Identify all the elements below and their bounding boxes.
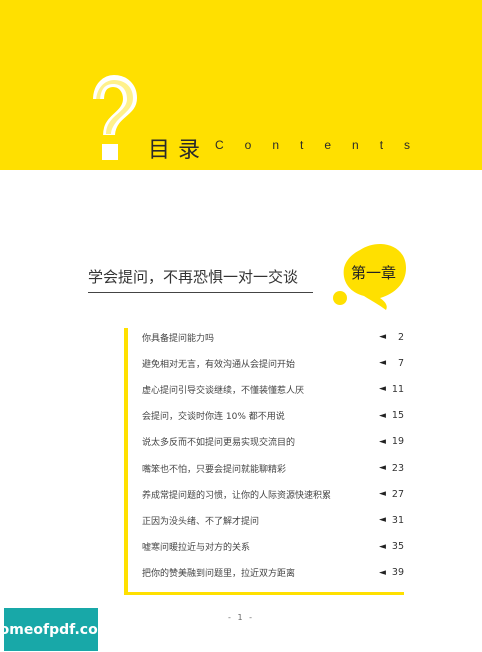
toc-page-number: 2 [397, 331, 404, 343]
toc-page-number: 27 [391, 488, 404, 500]
toc-page-number: 23 [391, 462, 404, 474]
left-arrow-icon: ◄ [378, 515, 386, 526]
toc-item-title: 你具备提问能力吗 [142, 333, 215, 344]
toc-item-title: 说太多反而不如提问更易实现交流目的 [142, 438, 296, 449]
toc-page-number: 19 [391, 436, 404, 448]
toc-page-number: 15 [391, 410, 404, 422]
left-arrow-icon: ◄ [379, 332, 386, 343]
toc-item[interactable]: 嘴笨也不怕，只要会提问就能聊精彩 ◄ 23 [142, 455, 404, 481]
toc-item[interactable]: 虚心提问引导交谈继续，不懂装懂惹人厌 ◄ 11 [142, 376, 404, 402]
toc-page-number: 7 [397, 357, 404, 369]
left-arrow-icon: ◄ [379, 358, 386, 369]
toc-item[interactable]: 养成常提问题的习惯，让你的人际资源快速积累 ◄ 27 [142, 481, 404, 507]
toc-item[interactable]: 你具备提问能力吗 ◄ 2 [142, 324, 404, 350]
toc-item-title: 会提问，交谈时你连 10% 都不用说 [142, 412, 285, 423]
toc-item-title: 嘴笨也不怕，只要会提问就能聊精彩 [142, 464, 287, 475]
toc-item[interactable]: 会提问，交谈时你连 10% 都不用说 ◄ 15 [142, 403, 404, 429]
toc-item-title: 正因为没头绪、不了解才提问 [142, 516, 260, 527]
chapter-underline [88, 292, 313, 293]
toc-item[interactable]: 说太多反而不如提问更易实现交流目的 ◄ 19 [142, 429, 404, 455]
toc-bottom-line [124, 592, 404, 595]
toc-page-number: 31 [391, 514, 404, 526]
page-title-english: Contents [215, 138, 432, 152]
left-arrow-icon: ◄ [378, 567, 386, 578]
page-title: 目录 [148, 138, 209, 163]
left-arrow-icon: ◄ [378, 436, 386, 447]
left-arrow-icon: ◄ [378, 384, 386, 395]
table-of-contents: 你具备提问能力吗 ◄ 2 避免相对无言，有效沟通从会提问开始 ◄ 7 虚心提问引导交… [142, 324, 404, 586]
toc-item-title: 养成常提问题的习惯，让你的人际资源快速积累 [142, 490, 332, 501]
left-arrow-icon: ◄ [378, 410, 386, 421]
watermark-logo[interactable]: homeofpdf.com [0, 608, 112, 651]
chapter-badge: 第一章 [351, 264, 397, 282]
toc-page-number: 11 [391, 383, 404, 395]
question-mark-icon [90, 72, 140, 160]
toc-item[interactable]: 嘘寒问暖拉近与对方的关系 ◄ 35 [142, 534, 404, 560]
left-arrow-icon: ◄ [378, 489, 386, 500]
left-arrow-icon: ◄ [378, 463, 386, 474]
toc-accent-bar [124, 328, 128, 592]
toc-item-title: 把你的赞美融到问题里，拉近双方距离 [142, 569, 296, 580]
toc-page-number: 39 [391, 567, 404, 579]
toc-page-number: 35 [391, 541, 404, 553]
toc-item-title: 虚心提问引导交谈继续，不懂装懂惹人厌 [142, 385, 305, 396]
toc-item-title: 嘘寒问暖拉近与对方的关系 [142, 543, 251, 554]
toc-item-title: 避免相对无言，有效沟通从会提问开始 [142, 359, 296, 370]
chapter-title: 学会提问，不再恐惧一对一交谈 [88, 268, 299, 286]
toc-item[interactable]: 正因为没头绪、不了解才提问 ◄ 31 [142, 507, 404, 533]
left-arrow-icon: ◄ [378, 541, 386, 552]
toc-item[interactable]: 避免相对无言，有效沟通从会提问开始 ◄ 7 [142, 350, 404, 376]
toc-item[interactable]: 把你的赞美融到问题里，拉近双方距离 ◄ 39 [142, 560, 404, 586]
